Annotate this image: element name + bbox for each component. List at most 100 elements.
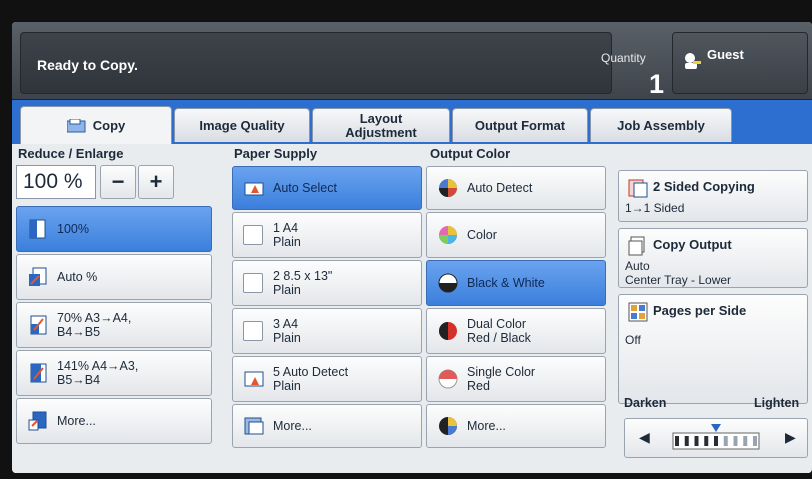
tray-label: 5 Auto Detect Plain <box>273 365 349 393</box>
darkness-tick <box>733 436 738 446</box>
guest-label: Guest <box>707 47 744 62</box>
more-zoom-icon <box>28 411 47 431</box>
tray-checkbox <box>243 321 263 341</box>
guest-login-button[interactable]: Guest <box>672 32 808 94</box>
paper-more-button[interactable]: More... <box>232 404 422 448</box>
tray-label: 3 A4 Plain <box>273 317 301 345</box>
color-option-label: Color <box>467 228 497 242</box>
color-option-label: Dual Color Red / Black <box>467 317 531 345</box>
tab-strip: Copy Image Quality Layout Adjustment Out… <box>12 100 812 144</box>
color-option-label: Auto Detect <box>467 181 533 195</box>
reduce-option-label: 100% <box>57 222 89 236</box>
lighten-label: Lighten <box>754 396 800 410</box>
lighten-arrow-button[interactable]: ▶ <box>785 429 796 446</box>
paper-auto-select-label: Auto Select <box>273 181 337 195</box>
color-more-icon <box>439 417 457 435</box>
color-more-label: More... <box>467 419 506 433</box>
two-sided-value: 1→1 Sided <box>625 201 685 215</box>
tab-copy-label: Copy <box>92 117 126 133</box>
status-panel: Ready to Copy. Quantity 1 <box>20 32 664 99</box>
tab-copy[interactable]: Copy <box>20 106 172 144</box>
two-sided-title: 2 Sided Copying <box>653 179 755 194</box>
tab-layout-adjustment[interactable]: Layout Adjustment <box>312 108 450 142</box>
copy-tab-icon <box>66 118 86 132</box>
paper-tray-1[interactable]: 1 A4 Plain <box>232 212 422 258</box>
copy-output-button[interactable]: Copy Output Auto Center Tray - Lower <box>618 228 808 288</box>
reduce-more-label: More... <box>57 414 96 428</box>
reduce-option-100[interactable]: 100% <box>16 206 212 252</box>
copy-screen: Ready to Copy. Quantity 1 Guest Copy Ima… <box>12 22 812 473</box>
darkness-scale <box>672 424 760 450</box>
paper-supply-label: Paper Supply <box>234 146 318 161</box>
color-dual[interactable]: Dual Color Red / Black <box>426 308 606 354</box>
tray-label: 1 A4 Plain <box>273 221 301 249</box>
color-auto-detect[interactable]: Auto Detect <box>426 166 606 210</box>
paper-tray-2[interactable]: 2 8.5 x 13" Plain <box>232 260 422 306</box>
paper-more-label: More... <box>273 419 312 433</box>
two-sided-copying-button[interactable]: 2 Sided Copying 1→1 Sided <box>618 170 808 222</box>
quantity-label: Quantity <box>601 51 646 65</box>
increase-button[interactable]: + <box>138 165 174 199</box>
tab-image-quality-label: Image Quality <box>199 117 285 133</box>
full-color-icon <box>439 226 457 244</box>
tab-job-assembly[interactable]: Job Assembly <box>590 108 732 142</box>
color-option-label: Black & White <box>467 276 545 290</box>
darkness-tick <box>743 436 748 446</box>
tray-label: 2 8.5 x 13" Plain <box>273 269 333 297</box>
darkness-tick <box>694 436 699 446</box>
quantity-value[interactable]: 1 <box>649 69 664 100</box>
auto-percent-icon <box>29 267 47 286</box>
reduce-option-141[interactable]: 141% A4→A3, B5→B4 <box>16 350 212 396</box>
paper-more-icon <box>244 417 264 435</box>
copy-output-value: Auto <box>625 259 650 273</box>
color-more-button[interactable]: More... <box>426 404 606 448</box>
pages-per-side-button[interactable]: Pages per Side Off <box>618 294 808 404</box>
paper-tray-5[interactable]: 5 Auto Detect Plain <box>232 356 422 402</box>
reduce-option-70[interactable]: 70% A3→A4, B4→B5 <box>16 302 212 348</box>
darkness-tick <box>684 436 689 446</box>
reduce-option-auto[interactable]: Auto % <box>16 254 212 300</box>
auto-select-paper-icon <box>244 182 264 196</box>
pages-per-side-value: Off <box>625 333 641 347</box>
reduce-70-icon <box>30 315 47 335</box>
color-single[interactable]: Single Color Red <box>426 356 606 402</box>
reduce-more-button[interactable]: More... <box>16 398 212 444</box>
tab-job-assembly-label: Job Assembly <box>617 117 705 133</box>
color-option-label: Single Color Red <box>467 365 536 393</box>
paper-auto-select[interactable]: Auto Select <box>232 166 422 210</box>
reduce-option-label: Auto % <box>57 270 98 284</box>
darkness-tick <box>753 436 757 446</box>
darkness-slider[interactable]: ◀ ▶ <box>624 418 808 458</box>
color-full-color[interactable]: Color <box>426 212 606 258</box>
copy-output-tray: Center Tray - Lower <box>625 273 732 287</box>
pages-per-side-icon <box>628 302 648 322</box>
tray-checkbox <box>243 273 263 293</box>
top-status-bar: Ready to Copy. Quantity 1 Guest <box>12 22 812 100</box>
page-100-icon <box>29 219 46 239</box>
darken-arrow-button[interactable]: ◀ <box>639 429 650 446</box>
output-color-label: Output Color <box>430 146 511 161</box>
tray-checkbox <box>243 225 263 245</box>
user-key-icon <box>685 53 701 69</box>
color-black-white[interactable]: Black & White <box>426 260 606 306</box>
black-white-icon <box>438 273 458 293</box>
tab-image-quality[interactable]: Image Quality <box>174 108 310 142</box>
tab-output-format[interactable]: Output Format <box>452 108 588 142</box>
status-message: Ready to Copy. <box>37 57 138 73</box>
reduce-enlarge-label: Reduce / Enlarge <box>18 146 124 161</box>
ratio-field[interactable]: 100 % <box>16 165 96 199</box>
reduce-option-label: 70% A3→A4, B4→B5 <box>57 311 132 339</box>
single-color-icon <box>438 369 458 389</box>
darkness-tick <box>714 436 718 446</box>
darkness-tick <box>675 436 679 446</box>
copy-content: Reduce / Enlarge 100 % − + 100% Auto % 7… <box>12 144 812 473</box>
tab-layout-adjustment-label: Layout Adjustment <box>345 110 417 140</box>
darken-label: Darken <box>624 396 667 410</box>
copy-output-title: Copy Output <box>653 237 732 252</box>
decrease-button[interactable]: − <box>100 165 136 199</box>
reduce-option-label: 141% A4→A3, B5→B4 <box>57 359 139 387</box>
enlarge-141-icon <box>30 363 47 383</box>
paper-tray-3[interactable]: 3 A4 Plain <box>232 308 422 354</box>
two-sided-icon <box>628 179 648 198</box>
tab-output-format-label: Output Format <box>474 117 566 133</box>
